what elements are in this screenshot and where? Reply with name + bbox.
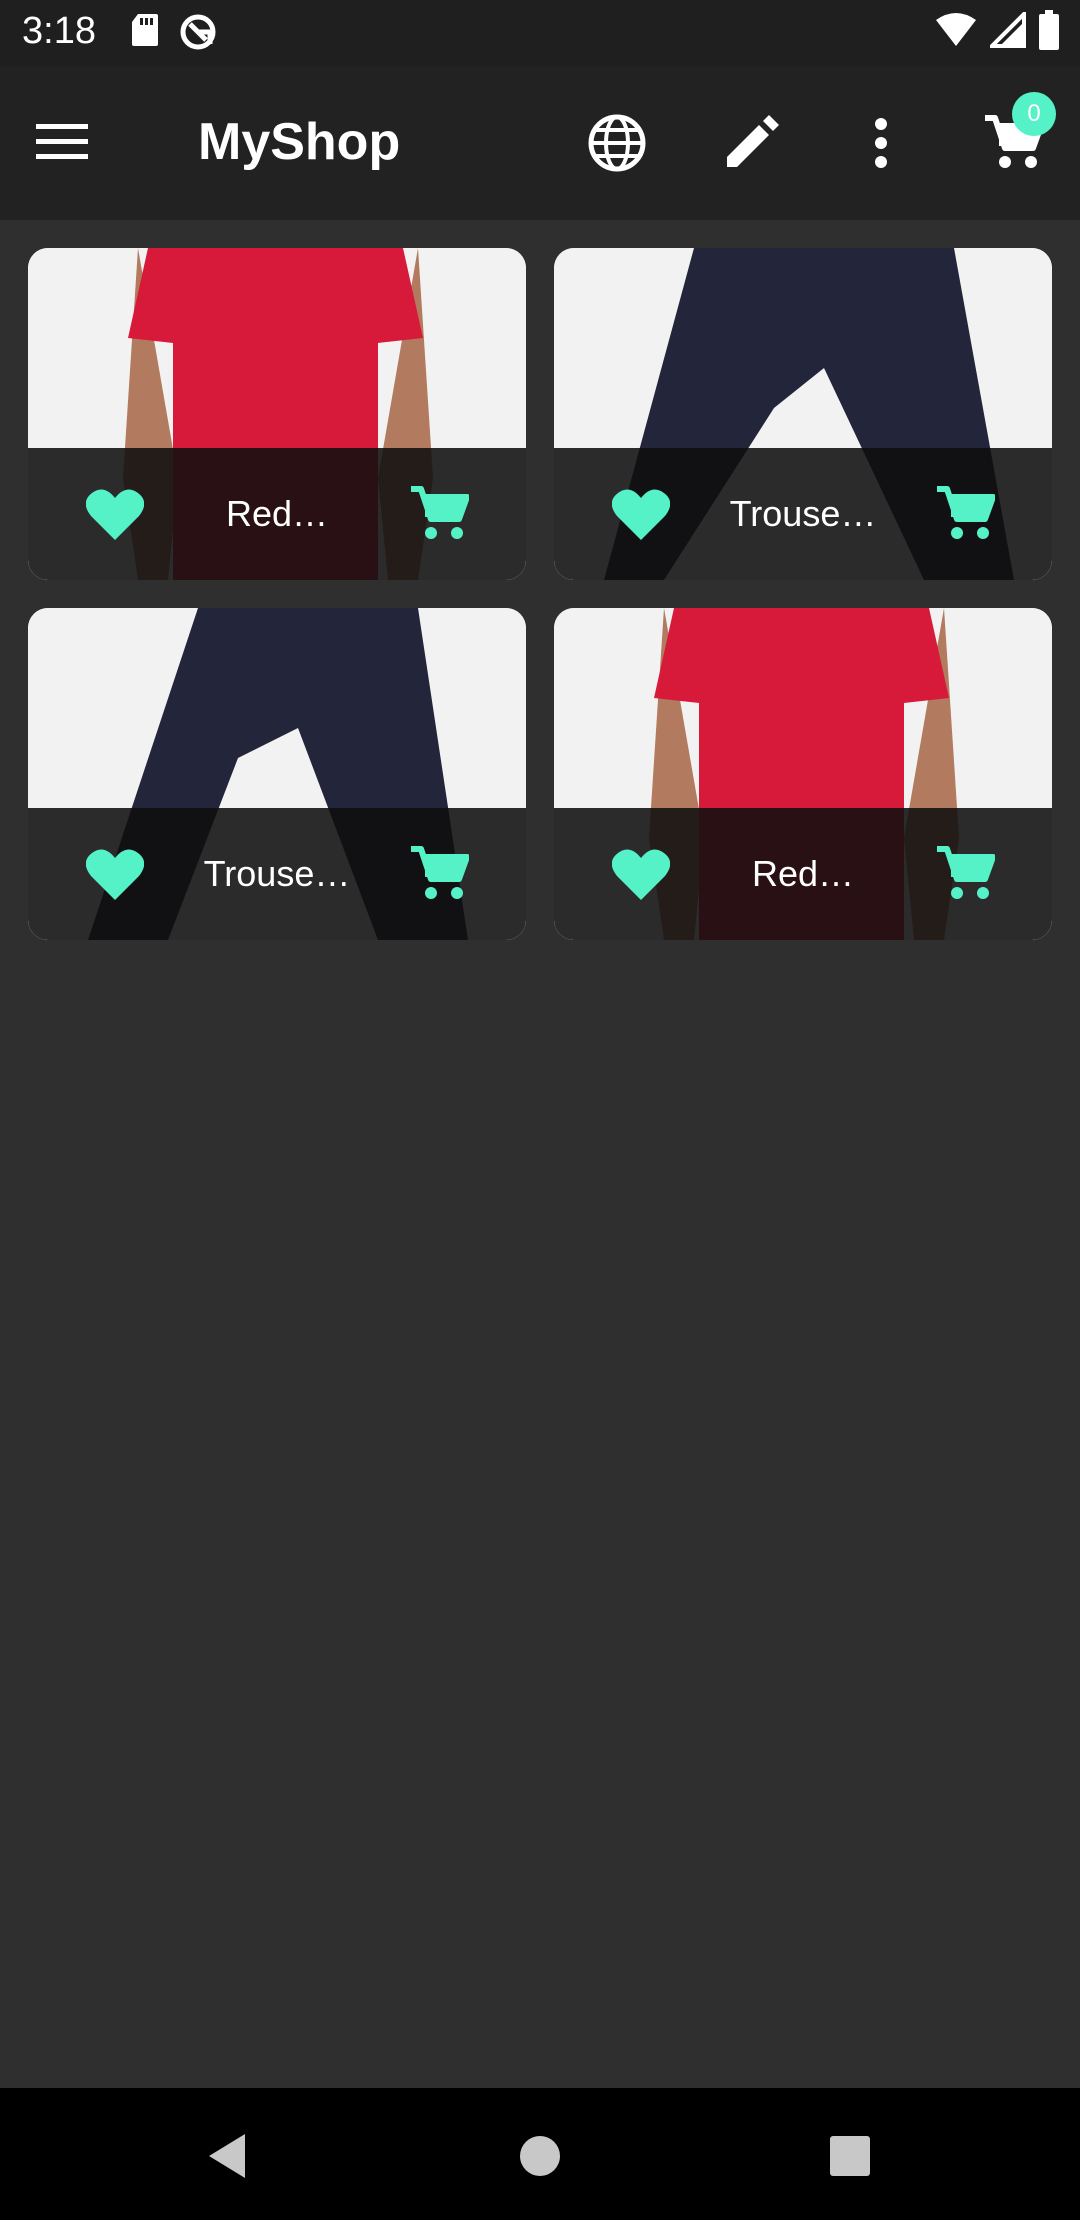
cart-button[interactable]: 0 (978, 92, 1056, 178)
battery-icon (1039, 10, 1059, 50)
add-to-cart-icon (937, 486, 995, 539)
home-icon (520, 2136, 560, 2176)
product-card[interactable]: Red… (554, 608, 1052, 940)
add-to-cart-icon (410, 486, 469, 539)
product-card-footer: Red… (554, 808, 1052, 940)
home-button[interactable] (505, 2126, 575, 2186)
add-to-cart-button[interactable] (408, 483, 470, 545)
favorite-button[interactable] (84, 843, 146, 905)
signal-icon (990, 12, 1026, 48)
edit-button[interactable] (716, 108, 786, 178)
recents-button[interactable] (815, 2126, 885, 2186)
status-time: 3:18 (22, 10, 96, 52)
back-icon (209, 2134, 245, 2178)
product-card-footer: Trouse… (554, 448, 1052, 580)
favorite-button[interactable] (610, 483, 672, 545)
back-button[interactable] (192, 2126, 262, 2186)
wifi-icon (936, 13, 976, 46)
product-card[interactable]: Trouse… (28, 608, 526, 940)
product-name: Red… (751, 853, 855, 894)
globe-icon (588, 114, 646, 172)
cart-count-badge: 0 (1012, 92, 1056, 136)
favorite-button[interactable] (610, 843, 672, 905)
more-options-button[interactable] (846, 108, 916, 178)
product-card[interactable]: Red… (28, 248, 526, 580)
product-card-footer: Trouse… (28, 808, 526, 940)
heart-icon (86, 489, 144, 540)
add-to-cart-button[interactable] (408, 843, 470, 905)
product-card-footer: Red… (28, 448, 526, 580)
add-to-cart-button[interactable] (934, 843, 996, 905)
favorite-button[interactable] (84, 483, 146, 545)
heart-icon (612, 489, 670, 540)
app-title: MyShop (198, 113, 401, 171)
system-nav-bar (0, 2088, 1080, 2220)
recents-icon (830, 2136, 870, 2176)
add-to-cart-button[interactable] (934, 483, 996, 545)
status-bar: 3:18 (0, 0, 1080, 66)
product-name: Trouse… (729, 493, 877, 534)
heart-icon (86, 849, 144, 900)
product-card[interactable]: Trouse… (554, 248, 1052, 580)
edit-icon (727, 115, 779, 167)
product-name: Trouse… (203, 853, 351, 894)
sync-icon (180, 14, 216, 50)
heart-icon (612, 849, 670, 900)
more-vert-icon (875, 118, 887, 168)
sd-card-icon (132, 14, 158, 46)
add-to-cart-icon (411, 846, 469, 899)
menu-icon (36, 124, 88, 159)
product-grid: Red… Trouse… Trouse… Red… (28, 248, 1052, 940)
add-to-cart-icon (936, 846, 995, 899)
language-button[interactable] (582, 108, 652, 178)
app-bar: MyShop 0 (0, 66, 1080, 220)
menu-button[interactable] (36, 110, 116, 176)
product-name: Red… (225, 493, 329, 534)
